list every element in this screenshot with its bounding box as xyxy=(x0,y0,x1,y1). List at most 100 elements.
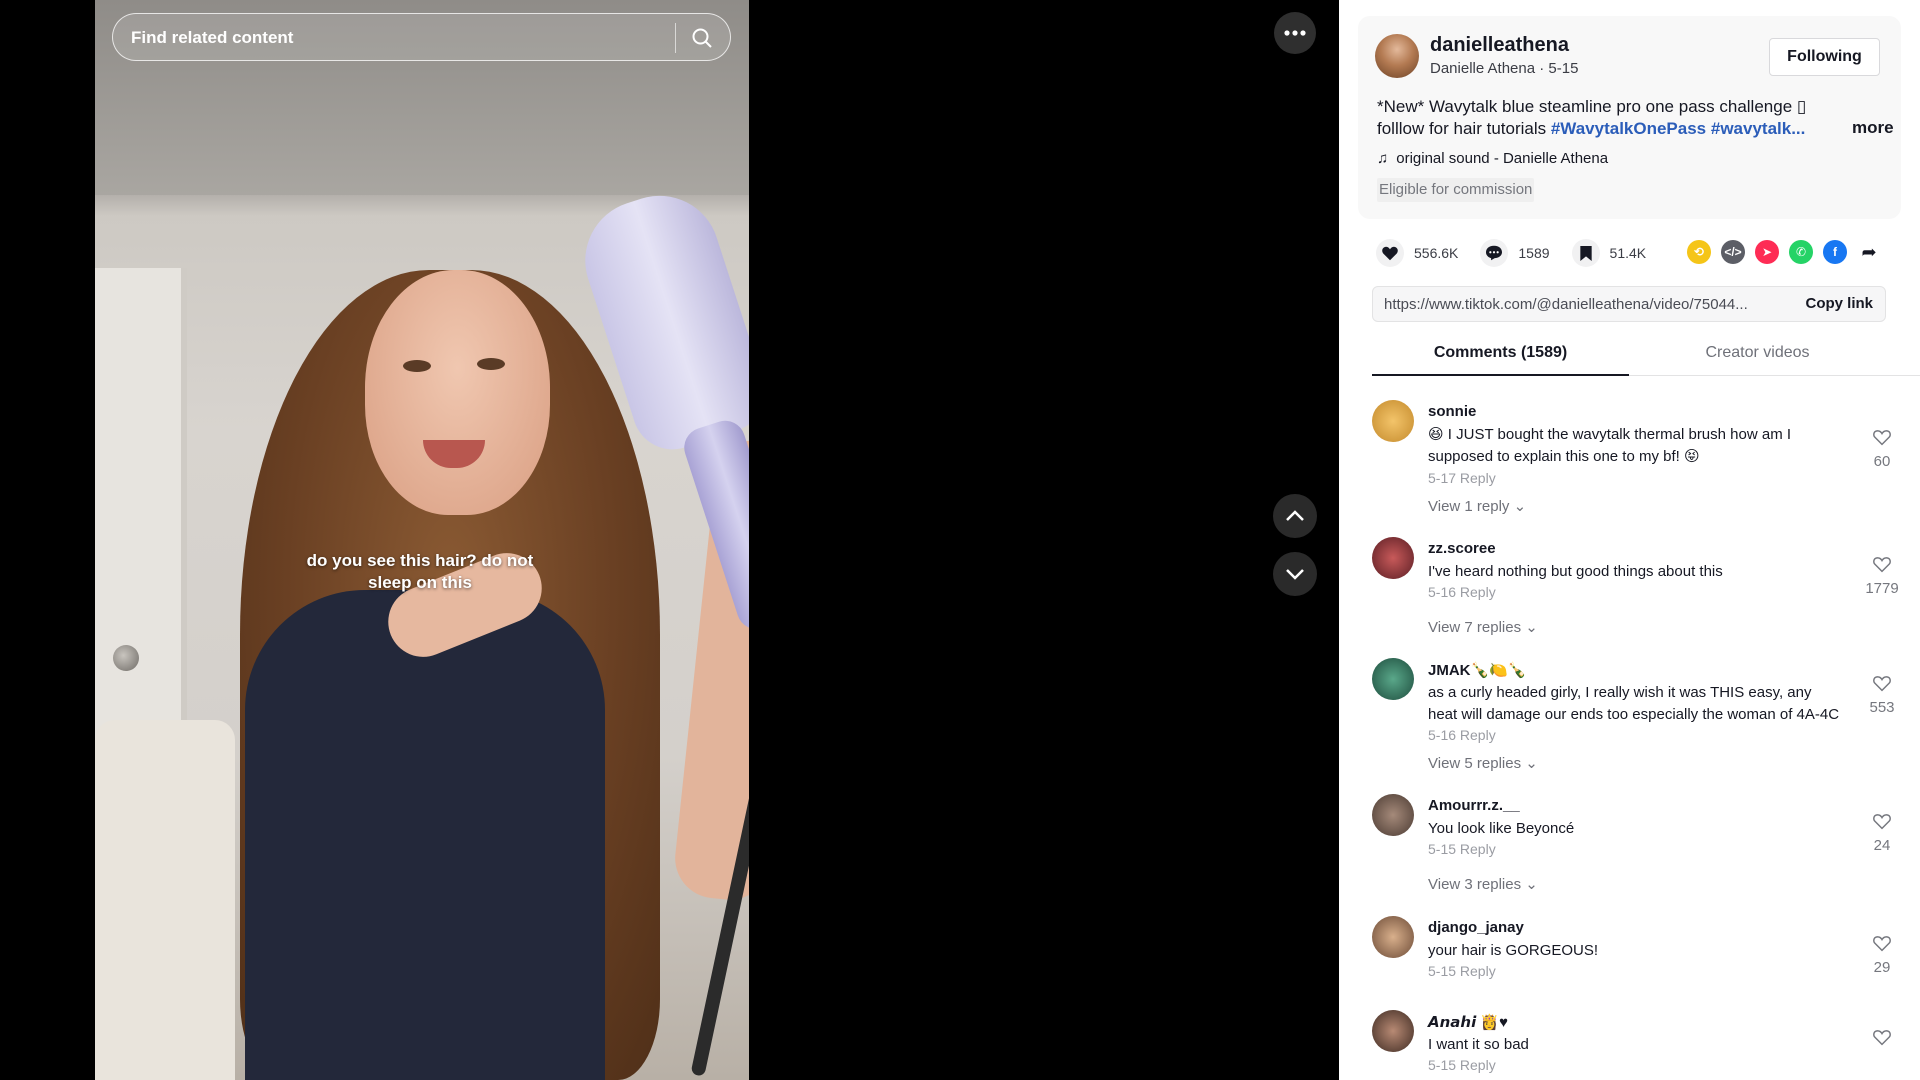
send-to-friends-icon[interactable]: ➤ xyxy=(1755,240,1779,264)
chevron-down-icon: ⌄ xyxy=(1525,619,1538,636)
comment-meta[interactable]: 5-17 Reply xyxy=(1428,470,1496,486)
commenter-name[interactable]: JMAK🍾🍋🍾 xyxy=(1428,661,1527,679)
more-options-button[interactable] xyxy=(1274,12,1316,54)
view-replies-label: View 7 replies xyxy=(1428,619,1522,636)
repost-icon[interactable]: ⟲ xyxy=(1687,240,1711,264)
comment-meta[interactable]: 5-15 Reply xyxy=(1428,841,1496,857)
following-button[interactable]: Following xyxy=(1769,38,1880,76)
commenter-avatar[interactable] xyxy=(1372,400,1414,442)
author-name-date: Danielle Athena · 5-15 xyxy=(1430,60,1579,77)
comment-meta[interactable]: 5-16 Reply xyxy=(1428,584,1496,600)
comment-text: You look like Beyoncé xyxy=(1428,820,1575,837)
description-line: *New* Wavytalk blue steamline pro one pa… xyxy=(1377,97,1793,116)
comment-like-count: 553 xyxy=(1869,699,1895,716)
heart-outline-icon xyxy=(1873,814,1891,830)
comment-count: 1589 xyxy=(1518,245,1550,261)
share-icons-row: ⟲ </> ➤ ✆ f ➦ xyxy=(1687,240,1881,264)
description-line: folllow for hair tutorials xyxy=(1377,119,1551,138)
author-handle[interactable]: danielleathena xyxy=(1430,34,1569,57)
video-person-eye xyxy=(477,358,505,370)
bookmark-icon xyxy=(1571,239,1600,267)
comment-like-button[interactable]: 553 xyxy=(1862,674,1902,716)
tab-creator-videos[interactable]: Creator videos xyxy=(1629,344,1886,362)
commenter-avatar[interactable] xyxy=(1372,794,1414,836)
view-replies-button[interactable]: View 1 reply ⌄ xyxy=(1428,497,1526,515)
view-replies-button[interactable]: View 3 replies ⌄ xyxy=(1428,875,1538,893)
heart-outline-icon xyxy=(1873,430,1891,446)
comment-like-button[interactable]: 1779 xyxy=(1862,555,1902,597)
comment-like-button[interactable]: 60 xyxy=(1862,428,1902,470)
commenter-name[interactable]: django_janay xyxy=(1428,919,1524,936)
comment-bubble-icon xyxy=(1480,239,1509,267)
commenter-avatar[interactable] xyxy=(1372,916,1414,958)
video-person-face xyxy=(365,270,550,515)
video-person-eye xyxy=(403,360,431,372)
embed-icon[interactable]: </> xyxy=(1721,240,1745,264)
commenter-avatar[interactable] xyxy=(1372,658,1414,700)
video-area: Find related content do you see this hai… xyxy=(0,0,1339,1080)
save-stat[interactable]: 51.4K xyxy=(1571,239,1647,267)
video-caption-line: do you see this hair? do not xyxy=(306,551,534,570)
copy-link-button[interactable]: Copy link xyxy=(1805,295,1873,312)
heart-outline-icon xyxy=(1873,676,1891,692)
panel-tabs: Comments (1589) Creator videos xyxy=(1372,334,1920,376)
post-info-card: danielleathena Danielle Athena · 5-15 Fo… xyxy=(1358,16,1901,219)
comment-like-count: 29 xyxy=(1873,959,1891,976)
video-player[interactable] xyxy=(95,0,749,1080)
comment-like-button[interactable]: 29 xyxy=(1862,934,1902,976)
search-divider xyxy=(675,23,676,53)
video-couch xyxy=(95,720,235,1080)
description-more-button[interactable]: more xyxy=(1852,118,1894,138)
heart-outline-icon xyxy=(1873,1030,1891,1046)
tab-comments[interactable]: Comments (1589) xyxy=(1372,344,1629,362)
sound-link[interactable]: ♫ original sound - Danielle Athena xyxy=(1377,150,1608,167)
commenter-name[interactable]: 𝘼𝙣𝙖𝙝𝙞 👸♥ xyxy=(1428,1013,1508,1031)
post-description: *New* Wavytalk blue steamline pro one pa… xyxy=(1377,97,1807,138)
comment-stat[interactable]: 1589 xyxy=(1480,239,1550,267)
comment-meta[interactable]: 5-16 Reply xyxy=(1428,727,1496,743)
share-arrow-icon[interactable]: ➦ xyxy=(1857,240,1881,264)
view-replies-button[interactable]: View 5 replies ⌄ xyxy=(1428,754,1538,772)
comment-text: your hair is GORGEOUS! xyxy=(1428,942,1599,959)
save-count: 51.4K xyxy=(1609,245,1647,261)
chevron-down-icon xyxy=(1286,569,1304,580)
video-url[interactable]: https://www.tiktok.com/@danielleathena/v… xyxy=(1384,296,1779,313)
video-person-mouth xyxy=(423,440,485,468)
comment-text: 😆 I JUST bought the wavytalk thermal bru… xyxy=(1428,426,1792,465)
music-note-icon: ♫ xyxy=(1377,150,1389,167)
facebook-icon[interactable]: f xyxy=(1823,240,1847,264)
comment-text: as a curly headed girly, I really wish i… xyxy=(1428,684,1840,723)
hashtag-link[interactable]: #wavytalk... xyxy=(1706,119,1806,138)
video-detail-panel: danielleathena Danielle Athena · 5-15 Fo… xyxy=(1339,0,1920,1080)
search-icon[interactable] xyxy=(690,26,714,50)
chevron-up-icon xyxy=(1286,510,1304,521)
chevron-down-icon: ⌄ xyxy=(1525,876,1538,893)
video-person-shirt xyxy=(245,590,605,1080)
like-count: 556.6K xyxy=(1414,245,1459,261)
view-replies-label: View 5 replies xyxy=(1428,755,1522,772)
commenter-name[interactable]: sonnie xyxy=(1428,403,1476,420)
view-replies-label: View 3 replies xyxy=(1428,876,1522,893)
heart-outline-icon xyxy=(1873,557,1891,573)
next-video-button[interactable] xyxy=(1273,552,1317,596)
whatsapp-icon[interactable]: ✆ xyxy=(1789,240,1813,264)
comment-meta[interactable]: 5-15 Reply xyxy=(1428,963,1496,979)
like-stat[interactable]: 556.6K xyxy=(1376,239,1458,267)
commenter-name[interactable]: zz.scoree xyxy=(1428,540,1496,557)
commenter-name[interactable]: Amourrr.z.__ xyxy=(1428,797,1520,814)
hashtag-link[interactable]: #WavytalkOnePass xyxy=(1551,119,1706,138)
chevron-down-icon: ⌄ xyxy=(1525,755,1538,772)
comment-like-count: 1779 xyxy=(1865,580,1899,597)
commenter-avatar[interactable] xyxy=(1372,537,1414,579)
view-replies-button[interactable]: View 7 replies ⌄ xyxy=(1428,618,1538,636)
video-caption-line: sleep on this xyxy=(368,573,472,592)
author-avatar[interactable] xyxy=(1375,34,1419,78)
related-search-input[interactable]: Find related content xyxy=(112,13,731,61)
comment-like-button[interactable]: 24 xyxy=(1862,812,1902,854)
comment-like-button[interactable] xyxy=(1862,1028,1902,1051)
video-link-box: https://www.tiktok.com/@danielleathena/v… xyxy=(1372,286,1886,322)
search-placeholder: Find related content xyxy=(131,28,294,47)
comment-meta[interactable]: 5-15 Reply xyxy=(1428,1057,1496,1073)
previous-video-button[interactable] xyxy=(1273,494,1317,538)
commenter-avatar[interactable] xyxy=(1372,1010,1414,1052)
